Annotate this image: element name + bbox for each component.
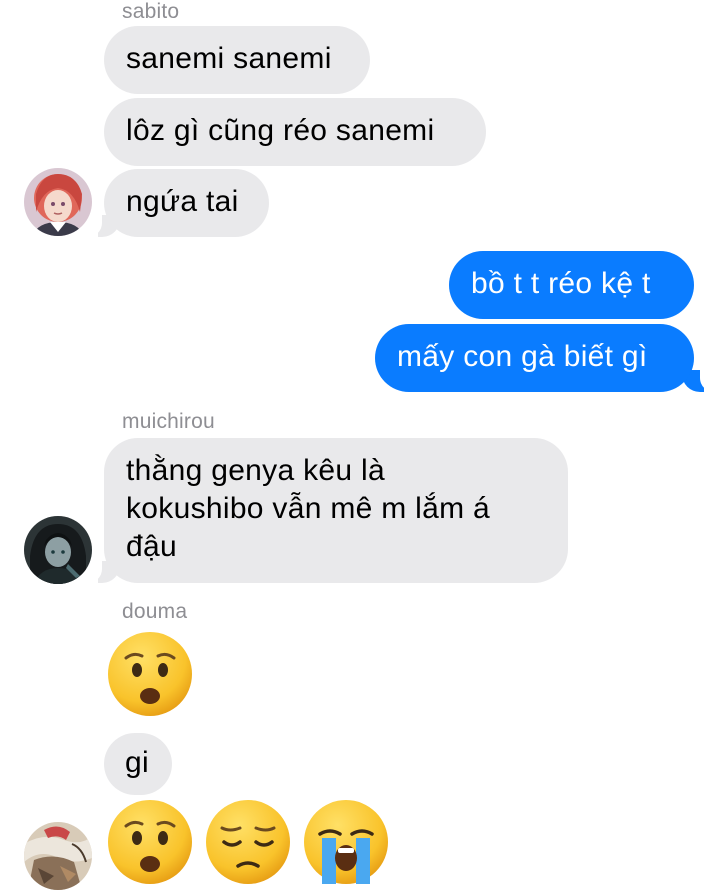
sent-message-bubble[interactable]: bồ t t réo kệ t (449, 251, 694, 319)
sender-name-sabito: sabito (122, 0, 180, 23)
message-bubble[interactable]: sanemi sanemi (104, 26, 370, 94)
message-bubble[interactable]: gi (104, 733, 172, 795)
anguished-face-icon (108, 800, 192, 884)
anguished-face-icon (108, 632, 192, 716)
emoji-message[interactable] (106, 630, 194, 718)
pensive-face-icon (206, 800, 290, 884)
emoji-message[interactable] (106, 798, 390, 886)
sender-name-muichirou: muichirou (122, 410, 215, 433)
avatar-douma[interactable] (24, 822, 92, 890)
message-bubble[interactable]: ngứa tai (104, 169, 269, 237)
avatar-sabito[interactable] (24, 168, 92, 236)
message-bubble[interactable]: lôz gì cũng réo sanemi (104, 98, 486, 166)
sent-message-bubble[interactable]: mấy con gà biết gì (375, 324, 694, 392)
avatar-muichirou[interactable] (24, 516, 92, 584)
sender-name-douma: douma (122, 600, 188, 623)
message-bubble[interactable]: thằng genya kêu là kokushibo vẫn mê m lắ… (104, 438, 568, 583)
loudly-crying-face-icon (304, 800, 388, 884)
